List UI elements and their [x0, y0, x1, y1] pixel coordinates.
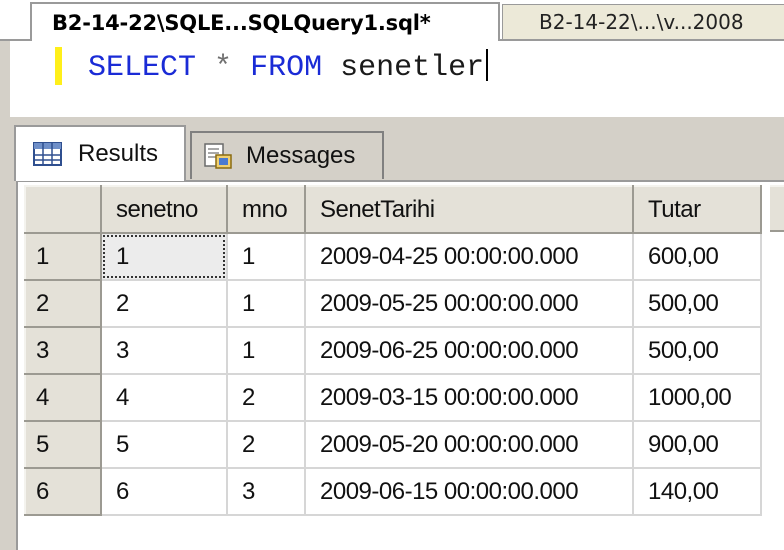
cell-mno[interactable]: 3 [227, 468, 306, 516]
unsaved-change-marker [55, 47, 62, 85]
editor-gutter [0, 41, 10, 126]
row-number[interactable]: 1 [24, 232, 102, 281]
cell-mno[interactable]: 1 [227, 233, 306, 281]
table-row: 5 5 2 2009-05-20 00:00:00.000 900,00 [24, 420, 762, 469]
tab-sqlquery1[interactable]: B2-14-22\SQLE...SQLQuery1.sql* [30, 2, 500, 41]
query-editor[interactable]: SELECT * FROM senetler [0, 41, 784, 126]
cell-senetno[interactable]: 5 [101, 421, 228, 469]
sql-star: * [214, 51, 233, 85]
cell-tutar[interactable]: 600,00 [633, 233, 762, 281]
table-row: 4 4 2 2009-03-15 00:00:00.000 1000,00 [24, 373, 762, 422]
cell-mno[interactable]: 2 [227, 374, 306, 422]
row-number[interactable]: 3 [24, 326, 102, 375]
table-row: 1 1 1 2009-04-25 00:00:00.000 600,00 [24, 232, 762, 281]
cell-tutar[interactable]: 900,00 [633, 421, 762, 469]
cell-senetno[interactable]: 6 [101, 468, 228, 516]
cell-senettarihi[interactable]: 2009-06-15 00:00:00.000 [305, 468, 634, 516]
editor-results-splitter[interactable] [0, 117, 784, 125]
grid-header-row: senetno mno SenetTarihi Tutar [24, 185, 762, 234]
cell-tutar[interactable]: 500,00 [633, 280, 762, 328]
column-header-tutar[interactable]: Tutar [632, 185, 762, 234]
cell-tutar[interactable]: 1000,00 [633, 374, 762, 422]
tab-strip-corner [0, 0, 30, 40]
sql-keyword-select: SELECT [88, 51, 197, 85]
cell-senetno[interactable]: 2 [101, 280, 228, 328]
column-header-mno[interactable]: mno [226, 185, 306, 234]
cell-senettarihi[interactable]: 2009-06-25 00:00:00.000 [305, 327, 634, 375]
sql-keyword-from: FROM [250, 51, 323, 85]
cell-senetno[interactable]: 3 [101, 327, 228, 375]
column-header-senettarihi[interactable]: SenetTarihi [304, 185, 634, 234]
grid-header-filler [770, 185, 784, 232]
row-number[interactable]: 5 [24, 420, 102, 469]
cell-senettarihi[interactable]: 2009-04-25 00:00:00.000 [305, 233, 634, 281]
cell-senetno[interactable]: 4 [101, 374, 228, 422]
results-grid[interactable]: senetno mno SenetTarihi Tutar 1 1 1 2009… [24, 185, 762, 516]
cell-senettarihi[interactable]: 2009-03-15 00:00:00.000 [305, 374, 634, 422]
tab-sqlquery1-label: B2-14-22\SQLE...SQLQuery1.sql* [52, 10, 431, 35]
tab-results[interactable]: Results [14, 125, 186, 181]
results-grid-pane[interactable]: senetno mno SenetTarihi Tutar 1 1 1 2009… [16, 180, 784, 550]
messages-icon [204, 143, 232, 169]
tab-messages-label: Messages [246, 142, 356, 169]
cell-senetno[interactable]: 1 [101, 233, 228, 281]
sql-line-1[interactable]: SELECT * FROM senetler [88, 49, 489, 86]
grid-icon [33, 142, 62, 166]
cell-senettarihi[interactable]: 2009-05-25 00:00:00.000 [305, 280, 634, 328]
document-tab-strip: B2-14-22\SQLE...SQLQuery1.sql* B2-14-22\… [0, 0, 784, 41]
tab-messages[interactable]: Messages [190, 131, 384, 179]
grid-corner-cell[interactable] [24, 185, 102, 234]
table-row: 6 6 3 2009-06-15 00:00:00.000 140,00 [24, 467, 762, 516]
tab-second-document[interactable]: B2-14-22\...\v...2008 [502, 4, 784, 39]
column-header-senetno[interactable]: senetno [100, 185, 228, 234]
sql-table-name: senetler [340, 51, 485, 85]
text-caret [486, 49, 489, 81]
table-row: 2 2 1 2009-05-25 00:00:00.000 500,00 [24, 279, 762, 328]
table-row: 3 3 1 2009-06-25 00:00:00.000 500,00 [24, 326, 762, 375]
row-number[interactable]: 4 [24, 373, 102, 422]
row-number[interactable]: 6 [24, 467, 102, 516]
cell-mno[interactable]: 1 [227, 280, 306, 328]
cell-senettarihi[interactable]: 2009-05-20 00:00:00.000 [305, 421, 634, 469]
cell-tutar[interactable]: 500,00 [633, 327, 762, 375]
row-number[interactable]: 2 [24, 279, 102, 328]
cell-mno[interactable]: 1 [227, 327, 306, 375]
cell-mno[interactable]: 2 [227, 421, 306, 469]
cell-tutar[interactable]: 140,00 [633, 468, 762, 516]
tab-results-label: Results [78, 140, 159, 167]
tab-second-document-label: B2-14-22\...\v...2008 [539, 10, 744, 34]
results-area: Results Messages senetno mno SenetTarihi… [0, 125, 784, 550]
